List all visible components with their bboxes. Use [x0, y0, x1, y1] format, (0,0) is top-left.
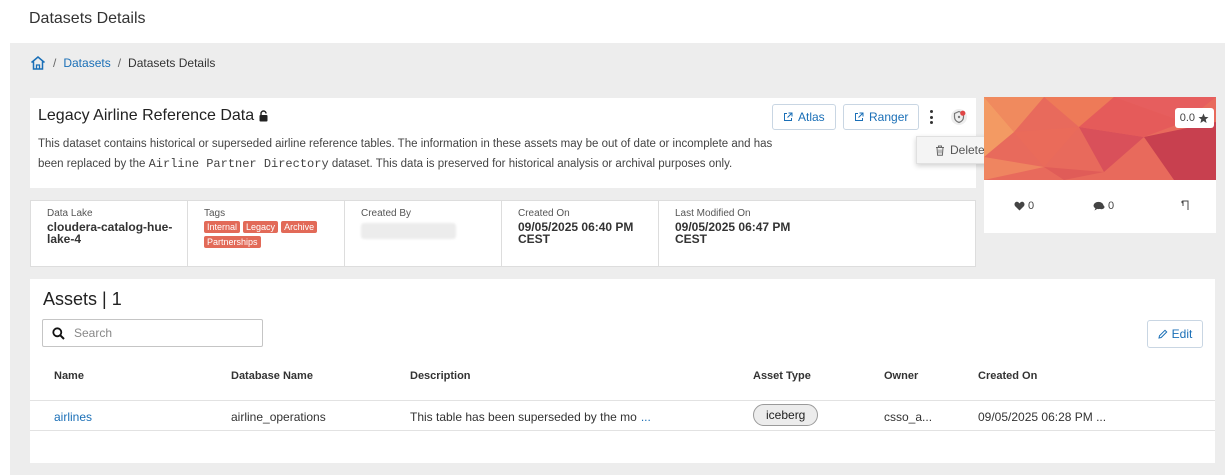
asset-created-on: 09/05/2025 06:28 PM ...: [978, 410, 1107, 424]
column-header-created-on[interactable]: Created On: [978, 370, 1037, 382]
asset-search-box[interactable]: [42, 319, 263, 347]
redacted-user-name: [361, 223, 456, 239]
tag-badge[interactable]: Internal: [204, 221, 241, 233]
tag-badge[interactable]: Legacy: [243, 221, 279, 233]
trash-icon: [935, 145, 945, 156]
asset-description: This table has been superseded by the mo…: [410, 410, 651, 424]
dataset-description: This dataset contains historical or supe…: [38, 138, 773, 171]
comment-counter[interactable]: 0: [1093, 200, 1114, 212]
dataset-title-row: Legacy Airline Reference Data: [38, 107, 269, 125]
breadcrumb-datasets-link[interactable]: Datasets: [63, 56, 110, 70]
external-link-icon: [854, 112, 864, 122]
description-more-link[interactable]: ...: [641, 410, 651, 424]
asset-type-badge: iceberg: [753, 404, 819, 426]
assets-title: Assets | 1: [43, 289, 122, 309]
column-header-asset-type[interactable]: Asset Type: [753, 370, 811, 382]
edit-assets-button[interactable]: Edit: [1147, 320, 1203, 348]
bookmark-icon[interactable]: [1180, 200, 1190, 211]
breadcrumb-separator: /: [117, 56, 122, 70]
tag-badge[interactable]: Archive: [281, 221, 318, 233]
stat-data-lake: Data Lake cloudera-catalog-hue-lake-4: [31, 201, 188, 266]
dataset-title: Legacy Airline Reference Data: [38, 107, 255, 124]
comment-icon: [1093, 201, 1105, 211]
breadcrumb-current: Datasets Details: [128, 56, 216, 70]
external-link-icon: [783, 112, 793, 122]
table-divider: [30, 400, 1215, 401]
ranger-button[interactable]: Ranger: [843, 104, 920, 130]
home-icon[interactable]: [30, 55, 46, 71]
asset-database: airline_operations: [231, 410, 326, 424]
stat-created-on: Created On 09/05/2025 06:40 PM CEST: [502, 201, 659, 266]
asset-search-input[interactable]: [74, 326, 244, 340]
like-counter[interactable]: 0: [1014, 200, 1034, 212]
search-icon: [52, 326, 65, 340]
stat-created-by: Created By: [345, 201, 502, 266]
asset-owner: csso_a...: [884, 410, 933, 424]
more-options-icon[interactable]: [926, 108, 936, 126]
dataset-side-panel: 0.0 0 0: [984, 97, 1216, 233]
breadcrumb-separator: /: [53, 56, 57, 70]
star-icon: [1198, 113, 1209, 124]
tag-list: Internal Legacy Archive Partnerships: [204, 221, 334, 248]
policy-shield-icon[interactable]: [950, 108, 968, 126]
breadcrumb: / Datasets / Datasets Details: [30, 53, 215, 73]
tag-badge[interactable]: Partnerships: [204, 236, 261, 248]
table-divider: [30, 430, 1215, 431]
column-header-owner[interactable]: Owner: [884, 370, 918, 382]
rating-badge[interactable]: 0.0: [1174, 108, 1214, 128]
pencil-icon: [1157, 329, 1168, 339]
lock-icon: [258, 110, 269, 122]
column-header-database[interactable]: Database Name: [231, 370, 313, 382]
assets-panel: Assets | 1 Edit Name Database Name Descr…: [30, 279, 1215, 463]
heart-icon: [1014, 201, 1025, 211]
column-header-name[interactable]: Name: [54, 370, 84, 382]
asset-name-link[interactable]: airlines: [54, 410, 92, 424]
stat-tags: Tags Internal Legacy Archive Partnership…: [188, 201, 345, 266]
stat-last-modified: Last Modified On 09/05/2025 06:47 PM CES…: [675, 208, 791, 246]
column-header-description[interactable]: Description: [410, 370, 471, 382]
atlas-button[interactable]: Atlas: [772, 104, 836, 130]
page-title: Datasets Details: [29, 10, 146, 27]
dataset-stats: Data Lake cloudera-catalog-hue-lake-4 Ta…: [30, 200, 976, 267]
